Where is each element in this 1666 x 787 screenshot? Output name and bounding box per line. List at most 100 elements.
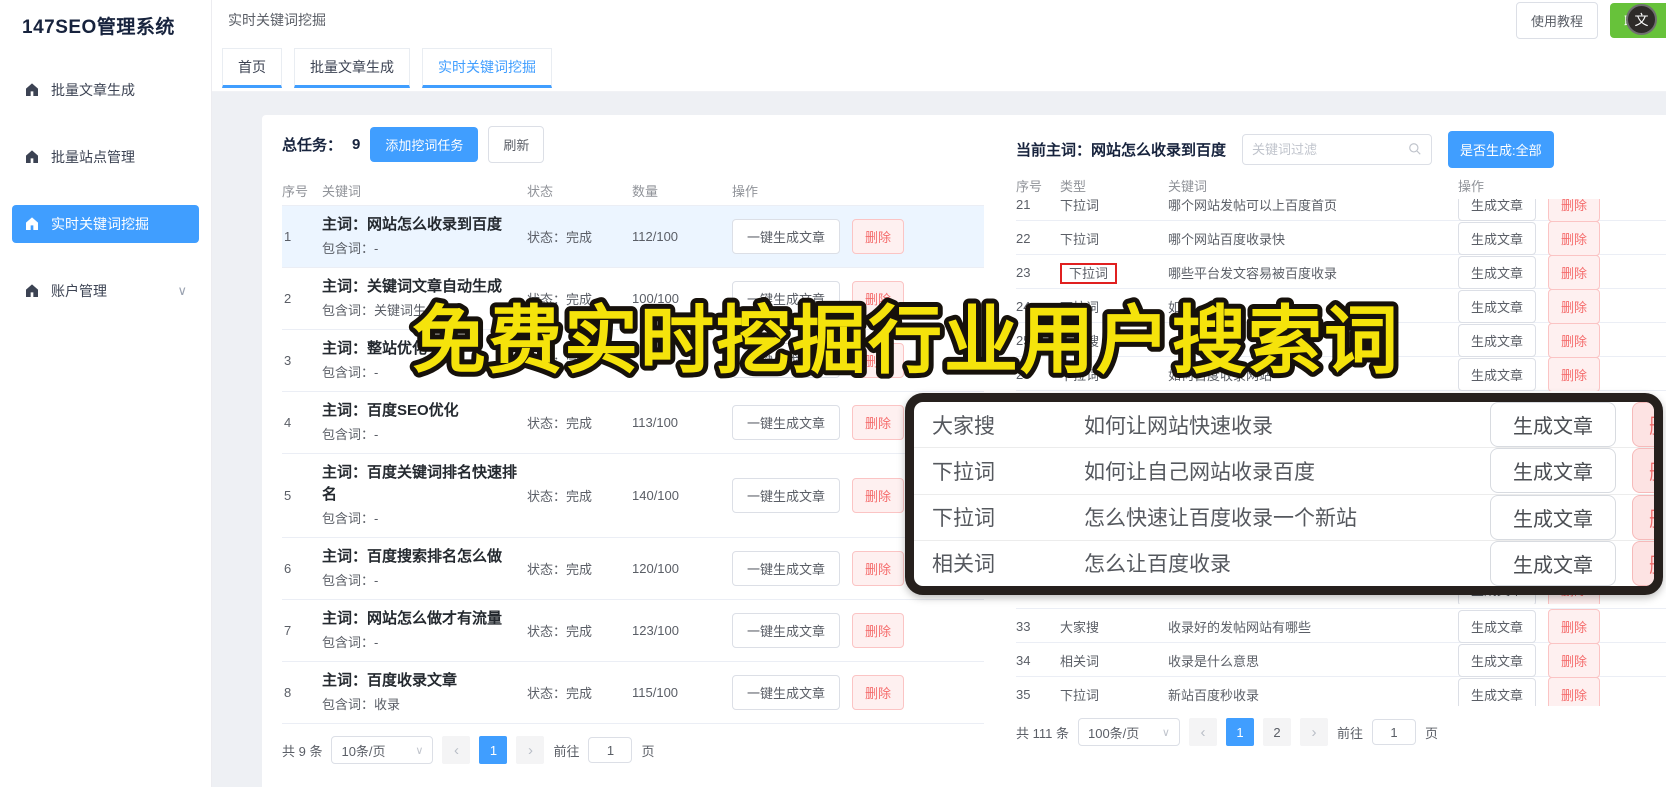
table-row[interactable]: 7 主词：网站怎么做才有流量 包含词：- 状态：完成 123/100 一键生成文… [282, 600, 984, 662]
delete-button[interactable]: 删除 [1548, 643, 1601, 678]
tab[interactable]: 首页 [222, 48, 282, 88]
keyword-cell: 主词：百度关键词排名快速排名 包含词：- [322, 462, 527, 529]
generate-article-button[interactable]: 一键生成文章 [732, 343, 841, 378]
next-page-button[interactable]: › [1299, 718, 1328, 746]
sidebar-item[interactable]: 批量文章生成 [12, 71, 199, 109]
page-size-select[interactable]: 100条/页 ∨ [1077, 718, 1180, 746]
row-number: 3 [284, 353, 292, 368]
generate-article-button[interactable]: 生成文章 [1458, 358, 1537, 391]
prev-page-button[interactable]: ‹ [442, 736, 471, 764]
delete-button[interactable]: 删除 [852, 478, 905, 513]
page-number-button[interactable]: 2 [1262, 718, 1291, 746]
generate-article-button[interactable]: 生成文章 [1458, 199, 1537, 221]
table-row[interactable]: 8 主词：百度收录文章 包含词：收录 状态：完成 115/100 一键生成文章 … [282, 662, 984, 724]
page-number-button[interactable]: 1 [1225, 718, 1254, 746]
tab[interactable]: 实时关键词挖掘 × [422, 48, 552, 88]
prev-page-button[interactable]: ‹ [1188, 718, 1217, 746]
tab-bar: 首页 批量文章生成 实时关键词挖掘 × [212, 40, 1666, 92]
goto-page-input[interactable] [588, 737, 633, 763]
generate-article-button[interactable]: 生成文章 [1458, 644, 1537, 677]
row-actions: 一键生成文章 删除 [732, 675, 984, 710]
table-row[interactable]: 25 大家搜 生成文章 删除 [1016, 323, 1666, 358]
include-words: 包含词：- [322, 427, 379, 442]
col-status: 状态 [527, 184, 554, 199]
page-number-button[interactable]: 1 [479, 736, 508, 764]
keyword-filter-input[interactable] [1252, 141, 1409, 157]
table-row[interactable]: 33 大家搜 收录好的发帖网站有哪些 生成文章 删除 [1016, 609, 1666, 644]
keyword-cell: 哪个网站发帖可以上百度首页 [1168, 199, 1338, 213]
table-row[interactable]: 35 下拉词 新站百度秒收录 生成文章 删除 [1016, 677, 1666, 706]
add-task-button[interactable]: 添加挖词任务 [370, 126, 479, 162]
table-row[interactable]: 4 主词：百度SEO优化 包含词：- 状态：完成 113/100 一键生成文章 … [282, 392, 984, 454]
translate-icon[interactable]: 文 [1626, 4, 1657, 35]
tab[interactable]: 批量文章生成 [294, 48, 410, 88]
delete-button[interactable]: 删除 [1548, 609, 1601, 644]
generate-article-button[interactable]: 生成文章 [1458, 256, 1537, 289]
delete-button[interactable]: 删除 [852, 343, 905, 378]
table-row[interactable]: 1 主词：网站怎么收录到百度 包含词：- 状态：完成 112/100 一键生成文… [282, 206, 984, 268]
sidebar-item[interactable]: 批量站点管理 [12, 138, 199, 176]
zoom-inset-row: 下拉词 怎么快速让百度收录一个新站 生成文章 删除 [914, 494, 1654, 541]
generate-article-button[interactable]: 生成文章 [1458, 222, 1537, 255]
keyword-cell: 主词：百度SEO优化 包含词：- [322, 400, 527, 445]
delete-button[interactable]: 删除 [1548, 323, 1601, 358]
delete-button[interactable]: 删除 [1632, 540, 1654, 586]
next-page-button[interactable]: › [516, 736, 545, 764]
table-row[interactable]: 5 主词：百度关键词排名快速排名 包含词：- 状态：完成 140/100 一键生… [282, 454, 984, 538]
col-count: 数量 [632, 184, 659, 199]
generate-article-button[interactable]: 生成文章 [1458, 324, 1537, 357]
generate-all-button[interactable]: 是否生成:全部 [1448, 130, 1554, 168]
delete-button[interactable]: 删除 [852, 219, 905, 254]
delete-button[interactable]: 删除 [1548, 677, 1601, 706]
status-cell: 状态：完成 [527, 292, 593, 307]
delete-button[interactable]: 删除 [1632, 494, 1654, 540]
delete-button[interactable]: 删除 [1632, 402, 1654, 448]
generate-article-button[interactable]: 生成文章 [1490, 494, 1616, 540]
generate-article-button[interactable]: 生成文章 [1490, 402, 1616, 448]
delete-button[interactable]: 删除 [1548, 255, 1601, 290]
generate-article-button[interactable]: 一键生成文章 [732, 478, 841, 513]
tutorial-button[interactable]: 使用教程 [1515, 1, 1598, 39]
delete-button[interactable]: 删除 [852, 675, 905, 710]
refresh-button[interactable]: 刷新 [488, 125, 545, 163]
table-row[interactable]: 6 主词：百度搜索排名怎么做 包含词：- 状态：完成 120/100 一键生成文… [282, 538, 984, 600]
generate-article-button[interactable]: 一键生成文章 [732, 219, 841, 254]
keyword-cell: 主词：百度搜索排名怎么做 包含词：- [322, 546, 527, 591]
delete-button[interactable]: 删除 [1548, 289, 1601, 324]
generate-article-button[interactable]: 一键生成文章 [732, 281, 841, 316]
delete-button[interactable]: 删除 [1548, 221, 1601, 256]
delete-button[interactable]: 删除 [852, 405, 905, 440]
delete-button[interactable]: 删除 [852, 613, 905, 648]
delete-button[interactable]: 删除 [1548, 357, 1601, 391]
sidebar-item[interactable]: 账户管理 ∨ [12, 272, 199, 310]
generate-article-button[interactable]: 生成文章 [1458, 610, 1537, 643]
generate-article-button[interactable]: 一键生成文章 [732, 613, 841, 648]
generate-article-button[interactable]: 一键生成文章 [732, 405, 841, 440]
page-size-select[interactable]: 10条/页 ∨ [331, 736, 434, 764]
delete-button[interactable]: 删除 [852, 281, 905, 316]
zoom-inset-row: 大家搜 如何让网站快速收录 生成文章 删除 [914, 402, 1654, 449]
generate-article-button[interactable]: 生成文章 [1490, 448, 1616, 494]
generate-article-button[interactable]: 生成文章 [1490, 540, 1616, 586]
col-keyword: 关键词 [1168, 178, 1208, 194]
generate-article-button[interactable]: 生成文章 [1458, 678, 1537, 706]
table-row[interactable]: 26 下拉词 如何百度收录网站 生成文章 删除 [1016, 357, 1666, 391]
delete-button[interactable]: 删除 [1548, 199, 1601, 222]
chevron-down-icon[interactable]: ∨ [177, 283, 187, 299]
tasks-panel: 总任务： 9 添加挖词任务 刷新 序号 关键词 状态 数量 操作 1 主词：网站… [262, 115, 1004, 787]
generate-article-button[interactable]: 一键生成文章 [732, 675, 841, 710]
sidebar-item[interactable]: 实时关键词挖掘 [12, 205, 199, 243]
table-row[interactable]: 22 下拉词 哪个网站百度收录快 生成文章 删除 [1016, 221, 1666, 256]
delete-button[interactable]: 删除 [852, 551, 905, 586]
table-row[interactable]: 2 主词：关键词文章自动生成 包含词：关键词生成 状态：完成 100/100 一… [282, 268, 984, 330]
table-row[interactable]: 34 相关词 收录是什么意思 生成文章 删除 [1016, 643, 1666, 678]
delete-button[interactable]: 删除 [1632, 448, 1654, 494]
table-row[interactable]: 3 主词：整站优化 包含词：- 状态：完成 一键生成文章 删除 [282, 330, 984, 392]
table-row[interactable]: 23 下拉词 哪些平台发文容易被百度收录 生成文章 删除 [1016, 255, 1666, 290]
table-row[interactable]: 24 下拉词 如何… 生成文章 删除 [1016, 289, 1666, 324]
goto-page-input[interactable] [1372, 719, 1416, 745]
generate-article-button[interactable]: 生成文章 [1458, 290, 1537, 323]
table-row[interactable]: 21 下拉词 哪个网站发帖可以上百度首页 生成文章 删除 [1016, 199, 1666, 222]
keywords-table-header: 序号 类型 关键词 操作 [1016, 171, 1666, 199]
generate-article-button[interactable]: 一键生成文章 [732, 551, 841, 586]
